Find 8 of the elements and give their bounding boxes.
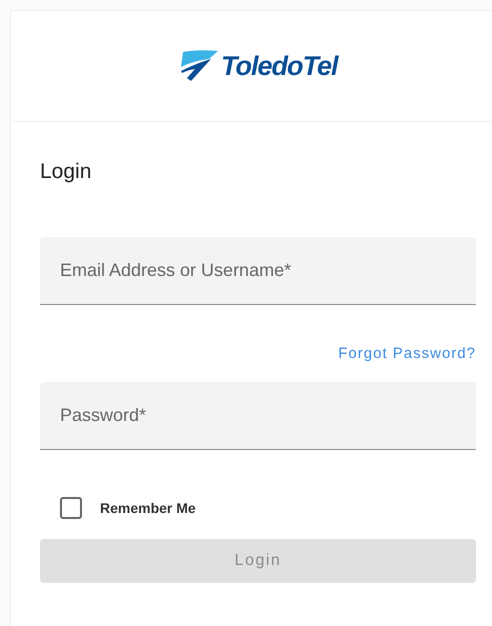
form-title: Login [40, 160, 92, 184]
logo-icon [179, 49, 219, 83]
logo-text: ToledoTel [221, 50, 338, 82]
forgot-password-link[interactable]: Forgot Password? [338, 345, 476, 362]
input-field[interactable]: Email Address or Username* [40, 237, 476, 305]
remember-checkbox[interactable] [60, 497, 82, 519]
input-field[interactable]: Password* [40, 382, 476, 450]
remember-label: Remember Me [100, 500, 196, 516]
